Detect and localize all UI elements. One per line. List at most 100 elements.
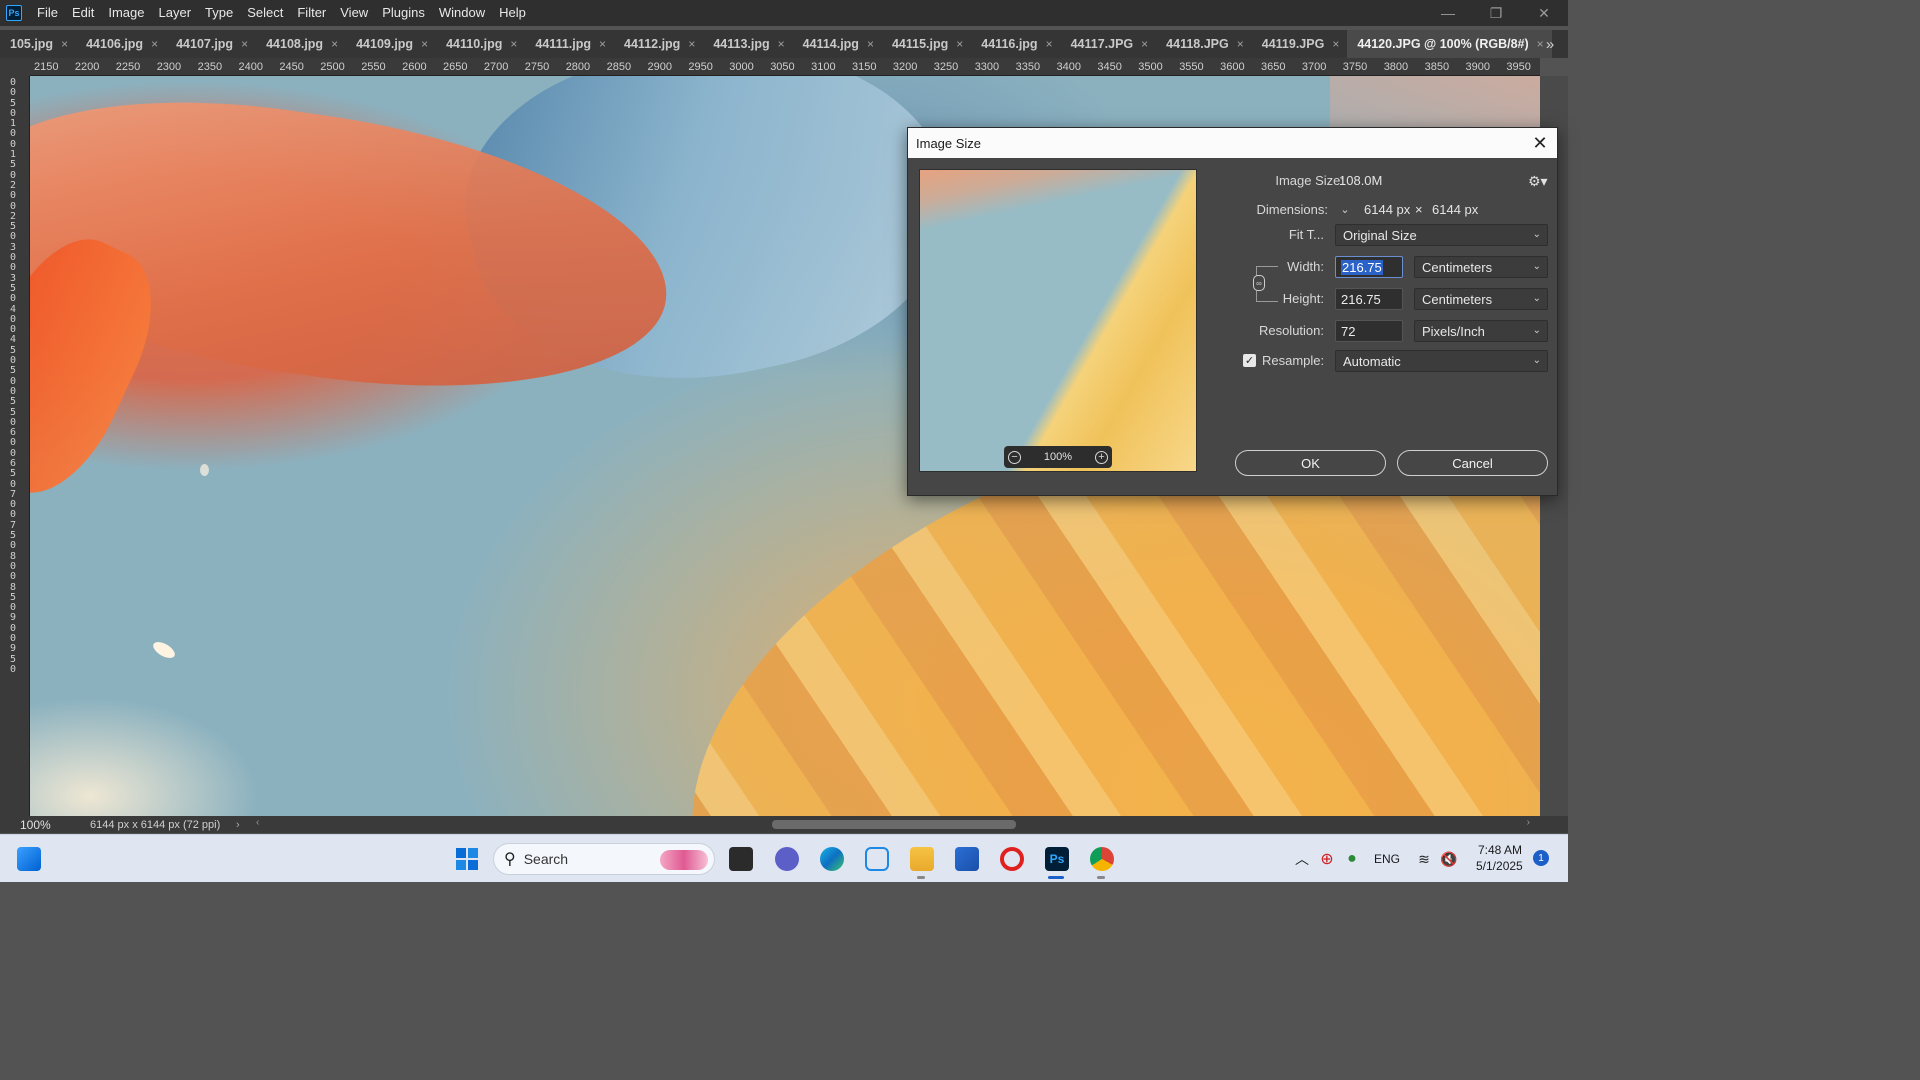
ok-button[interactable]: OK	[1235, 450, 1386, 476]
document-tab[interactable]: 44113.jpg ×	[703, 30, 792, 58]
wifi-icon[interactable]: ≋	[1412, 847, 1436, 871]
close-tab-icon[interactable]: ×	[956, 37, 963, 51]
constrain-proportions-link-icon[interactable]: ∞	[1253, 275, 1265, 291]
widgets-icon[interactable]	[17, 847, 41, 871]
menu-view[interactable]: View	[333, 0, 375, 26]
clock-time[interactable]: 7:48 AM	[1478, 843, 1522, 857]
tray-overflow-icon[interactable]: ︿	[1290, 847, 1314, 871]
start-icon[interactable]	[455, 847, 479, 871]
image-preview[interactable]: − 100% +	[919, 169, 1197, 472]
zoom-in-icon[interactable]: +	[1094, 450, 1108, 464]
close-tab-icon[interactable]: ×	[778, 37, 785, 51]
menu-edit[interactable]: Edit	[65, 0, 101, 26]
taskbar-search[interactable]: ⚲ Search	[493, 843, 715, 875]
more-tabs-chevron-icon[interactable]: »	[1532, 30, 1568, 58]
resample-select[interactable]: Automatic ⌄	[1335, 350, 1548, 372]
photoshop-taskbar-icon[interactable]: Ps	[1045, 847, 1069, 871]
menu-filter[interactable]: Filter	[290, 0, 333, 26]
document-tab[interactable]: 44110.jpg ×	[436, 30, 525, 58]
document-tab[interactable]: 44111.jpg ×	[525, 30, 614, 58]
menu-plugins[interactable]: Plugins	[375, 0, 432, 26]
edge-icon[interactable]	[820, 847, 844, 871]
menu-image[interactable]: Image	[101, 0, 151, 26]
close-tab-icon[interactable]: ×	[151, 37, 158, 51]
menu-file[interactable]: File	[30, 0, 65, 26]
language-indicator[interactable]: ENG	[1374, 852, 1400, 866]
status-menu-arrow-icon[interactable]: ›	[236, 819, 240, 831]
document-tab[interactable]: 44114.jpg ×	[793, 30, 882, 58]
document-tab[interactable]: 44108.jpg ×	[256, 30, 346, 58]
scroll-left-arrow-icon[interactable]: ‹	[256, 817, 259, 828]
close-tab-icon[interactable]: ×	[867, 37, 874, 51]
file-explorer-icon[interactable]	[910, 847, 934, 871]
close-tab-icon[interactable]: ×	[1046, 37, 1053, 51]
menu-layer[interactable]: Layer	[152, 0, 199, 26]
opera-icon[interactable]	[1000, 847, 1024, 871]
zoom-out-icon[interactable]: −	[1008, 450, 1021, 464]
document-tab[interactable]: 44109.jpg ×	[346, 30, 436, 58]
close-tab-icon[interactable]: ×	[331, 37, 338, 51]
ruler-tick-label: 2800	[565, 61, 591, 73]
document-tab[interactable]: 105.jpg ×	[0, 30, 76, 58]
document-tab[interactable]: 44112.jpg ×	[614, 30, 703, 58]
document-tab[interactable]: 44118.JPG ×	[1156, 30, 1252, 58]
dialog-close-icon[interactable]: ✕	[1529, 132, 1551, 154]
close-tab-icon[interactable]: ×	[1237, 37, 1244, 51]
document-tab[interactable]: 44119.JPG ×	[1252, 30, 1348, 58]
dimensions-units-chevron-icon[interactable]: ⌄	[1337, 201, 1353, 217]
height-unit-select[interactable]: Centimeters ⌄	[1414, 288, 1548, 310]
document-tab[interactable]: 44116.jpg ×	[971, 30, 1060, 58]
menu-bar: Ps File Edit Image Layer Type Select Filter Vie…	[0, 0, 1568, 26]
photoshop-logo-icon[interactable]: Ps	[6, 5, 22, 21]
dialog-titlebar[interactable]: Image Size ✕	[908, 128, 1557, 158]
width-input[interactable]: 216.75	[1335, 256, 1403, 278]
document-tab[interactable]: 44106.jpg ×	[76, 30, 166, 58]
tray-app-icon[interactable]: ⊕	[1315, 847, 1339, 871]
chrome-icon[interactable]	[1090, 847, 1114, 871]
close-tab-icon[interactable]: ×	[421, 37, 428, 51]
height-input[interactable]: 216.75	[1335, 288, 1403, 310]
resample-checkbox[interactable]: ✓	[1243, 354, 1256, 367]
resolution-unit-select[interactable]: Pixels/Inch ⌄	[1414, 320, 1548, 342]
settings-gear-icon[interactable]: ⚙▾	[1528, 173, 1548, 190]
restore-button[interactable]: ❐	[1472, 0, 1520, 26]
minimize-button[interactable]: —	[1424, 0, 1472, 26]
task-view-icon[interactable]	[729, 847, 753, 871]
menu-select[interactable]: Select	[240, 0, 290, 26]
menu-window[interactable]: Window	[432, 0, 492, 26]
snipping-tool-icon[interactable]	[865, 847, 889, 871]
close-tab-icon[interactable]: ×	[1141, 37, 1148, 51]
menu-help[interactable]: Help	[492, 0, 533, 26]
horizontal-ruler[interactable]: 2150 2200 2250 2300 2350 2400 2450 2500 2550 2600…	[30, 58, 1540, 76]
fit-to-select[interactable]: Original Size ⌄	[1335, 224, 1548, 246]
close-tab-icon[interactable]: ×	[241, 37, 248, 51]
teams-icon[interactable]	[775, 847, 799, 871]
zoom-level[interactable]: 100%	[0, 818, 82, 832]
cancel-button[interactable]: Cancel	[1397, 450, 1548, 476]
image-spark	[200, 464, 209, 476]
document-tab[interactable]: 44115.jpg ×	[882, 30, 971, 58]
scroll-right-arrow-icon[interactable]: ›	[1527, 817, 1530, 828]
ruler-corner[interactable]	[0, 58, 30, 76]
close-tab-icon[interactable]: ×	[61, 37, 68, 51]
close-tab-icon[interactable]: ×	[599, 37, 606, 51]
store-icon[interactable]	[955, 847, 979, 871]
document-tab[interactable]: 44120.JPG @ 100% (RGB/8#) ×	[1347, 30, 1552, 58]
menu-type[interactable]: Type	[198, 0, 240, 26]
document-tab[interactable]: 44117.JPG ×	[1061, 30, 1157, 58]
horizontal-scrollbar[interactable]: ‹ ›	[252, 816, 1542, 833]
close-tab-icon[interactable]: ×	[1332, 37, 1339, 51]
close-window-button[interactable]: ✕	[1520, 0, 1568, 26]
clock-date[interactable]: 5/1/2025	[1476, 859, 1523, 873]
document-tab[interactable]: 44107.jpg ×	[166, 30, 256, 58]
document-tab-label: 44109.jpg	[356, 37, 414, 51]
tray-network-app-icon[interactable]: ●	[1340, 847, 1364, 871]
resolution-input[interactable]: 72	[1335, 320, 1403, 342]
close-tab-icon[interactable]: ×	[688, 37, 695, 51]
notification-badge[interactable]: 1	[1533, 850, 1549, 866]
vertical-ruler[interactable]: 0050100150200250300350400450500550600650…	[0, 76, 30, 816]
close-tab-icon[interactable]: ×	[510, 37, 517, 51]
width-unit-select[interactable]: Centimeters ⌄	[1414, 256, 1548, 278]
volume-muted-icon[interactable]: 🔇	[1437, 847, 1461, 871]
horizontal-scrollbar-thumb[interactable]	[772, 820, 1016, 829]
